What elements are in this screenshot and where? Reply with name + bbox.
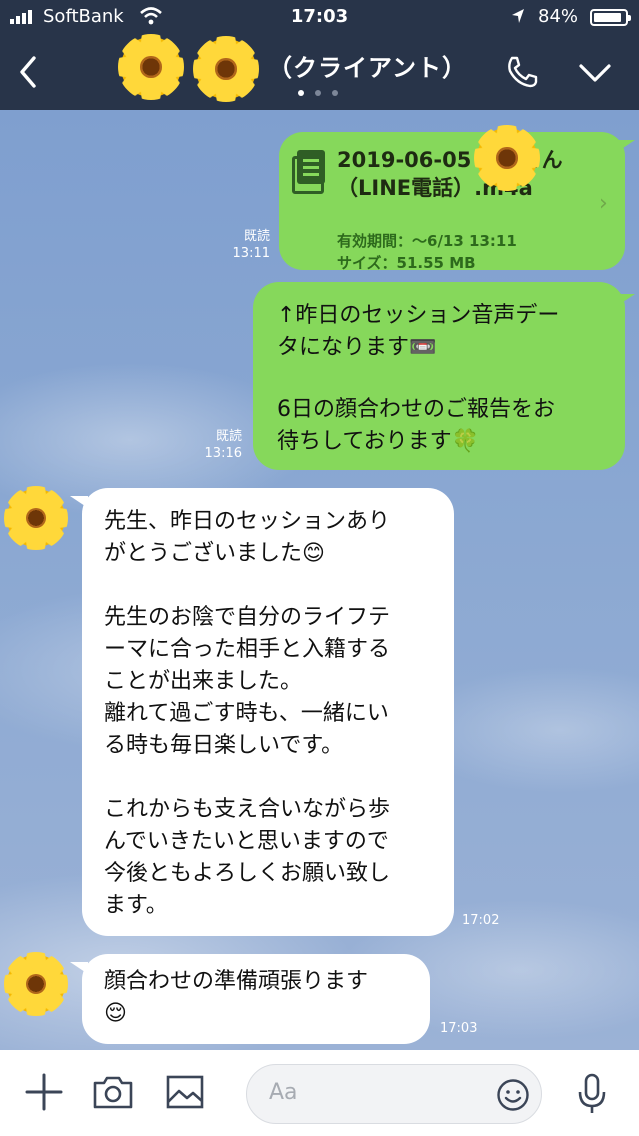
input-bar: Aa [0, 1050, 639, 1136]
message-line: ーマに合った相手と入籍する [104, 637, 391, 662]
message-meta: 既読 13:11 [212, 228, 270, 262]
message-bubble[interactable]: 先生、昨日のセッションあり がとうございました😊 先生のお陰で自分のライフテ ー… [82, 488, 454, 936]
sender-avatar[interactable] [4, 486, 68, 550]
message-meta: 既読 13:16 [184, 428, 242, 462]
message-line: 顔合わせの準備頑張ります [104, 969, 369, 994]
image-icon[interactable] [165, 1074, 205, 1110]
message-line: 先生のお陰で自分のライフテ [104, 605, 391, 630]
message-input-placeholder: Aa [269, 1080, 298, 1105]
message-line: タになります📼 [277, 335, 437, 360]
read-receipt: 既読 [215, 429, 242, 444]
title-flower-sticker-2 [193, 36, 259, 102]
message-line: んでいきたいと思いますので [104, 829, 389, 854]
message-bubble[interactable]: ↑昨日のセッション音声デー タになります📼 6日の顔合わせのご報告をお 待ちして… [253, 282, 625, 470]
battery-icon [590, 9, 631, 26]
message-line: これからも支え合いながら歩 [104, 797, 391, 822]
message-time: 13:16 [204, 446, 242, 461]
message-line [104, 570, 454, 602]
message-time: 17:03 [440, 1021, 478, 1036]
message-line [277, 364, 625, 394]
message-line: ↑昨日のセッション音声デー [277, 303, 560, 328]
message-line: 離れて過ごす時も、一緒にい [104, 701, 389, 726]
battery-percent: 84% [538, 6, 579, 27]
message-line: 今後ともよろしくお願い致し [104, 861, 391, 886]
sender-avatar[interactable] [4, 952, 68, 1016]
file-icon [292, 150, 325, 194]
message-line: がとうございました😊 [104, 541, 325, 566]
message-time: 13:11 [232, 246, 270, 261]
chat-area[interactable]: 既読 13:11 2019-06-05 さん （LINE電話）.m4a 有効期間… [0, 110, 639, 1050]
page-indicator [295, 90, 345, 98]
message-line: ことが出来ました。 [104, 669, 303, 694]
message-line: ます。 [104, 893, 168, 918]
file-size: サイズ：51.55 MB [337, 254, 476, 272]
message-line [104, 762, 454, 794]
back-icon[interactable] [14, 52, 44, 92]
file-flower-sticker [474, 125, 540, 191]
location-arrow-icon [512, 9, 524, 23]
message-line: る時も毎日楽しいです。 [104, 733, 344, 758]
chat-title-text: （クライアント） [268, 54, 468, 82]
bubble-tail [617, 294, 635, 306]
bubble-tail [617, 140, 635, 152]
camera-icon[interactable] [92, 1074, 134, 1110]
phone-icon[interactable] [505, 55, 539, 89]
mic-icon[interactable] [576, 1072, 608, 1116]
message-line: 待ちしております🍀 [277, 429, 480, 454]
message-line: 6日の顔合わせのご報告をお [277, 397, 555, 422]
message-line: 先生、昨日のセッションあり [104, 509, 391, 534]
message-bubble[interactable]: 顔合わせの準備頑張ります 😌 [82, 954, 430, 1044]
file-message-bubble[interactable]: 2019-06-05 さん （LINE電話）.m4a 有効期間：〜6/13 13… [279, 132, 625, 272]
file-expiry: 有効期間：〜6/13 13:11 [337, 232, 517, 250]
title-flower-sticker-1 [118, 34, 184, 100]
chevron-down-icon[interactable] [578, 62, 612, 84]
top-bar: SoftBank 17:03 84% （クライアント） [0, 0, 639, 110]
status-bar: SoftBank 17:03 84% [0, 0, 639, 34]
emoji-icon[interactable] [496, 1078, 530, 1112]
read-receipt: 既読 [243, 229, 270, 244]
chevron-right-icon: › [599, 191, 608, 216]
message-time: 17:02 [462, 913, 500, 928]
plus-icon[interactable] [24, 1072, 64, 1112]
message-line: 😌 [104, 1001, 127, 1026]
